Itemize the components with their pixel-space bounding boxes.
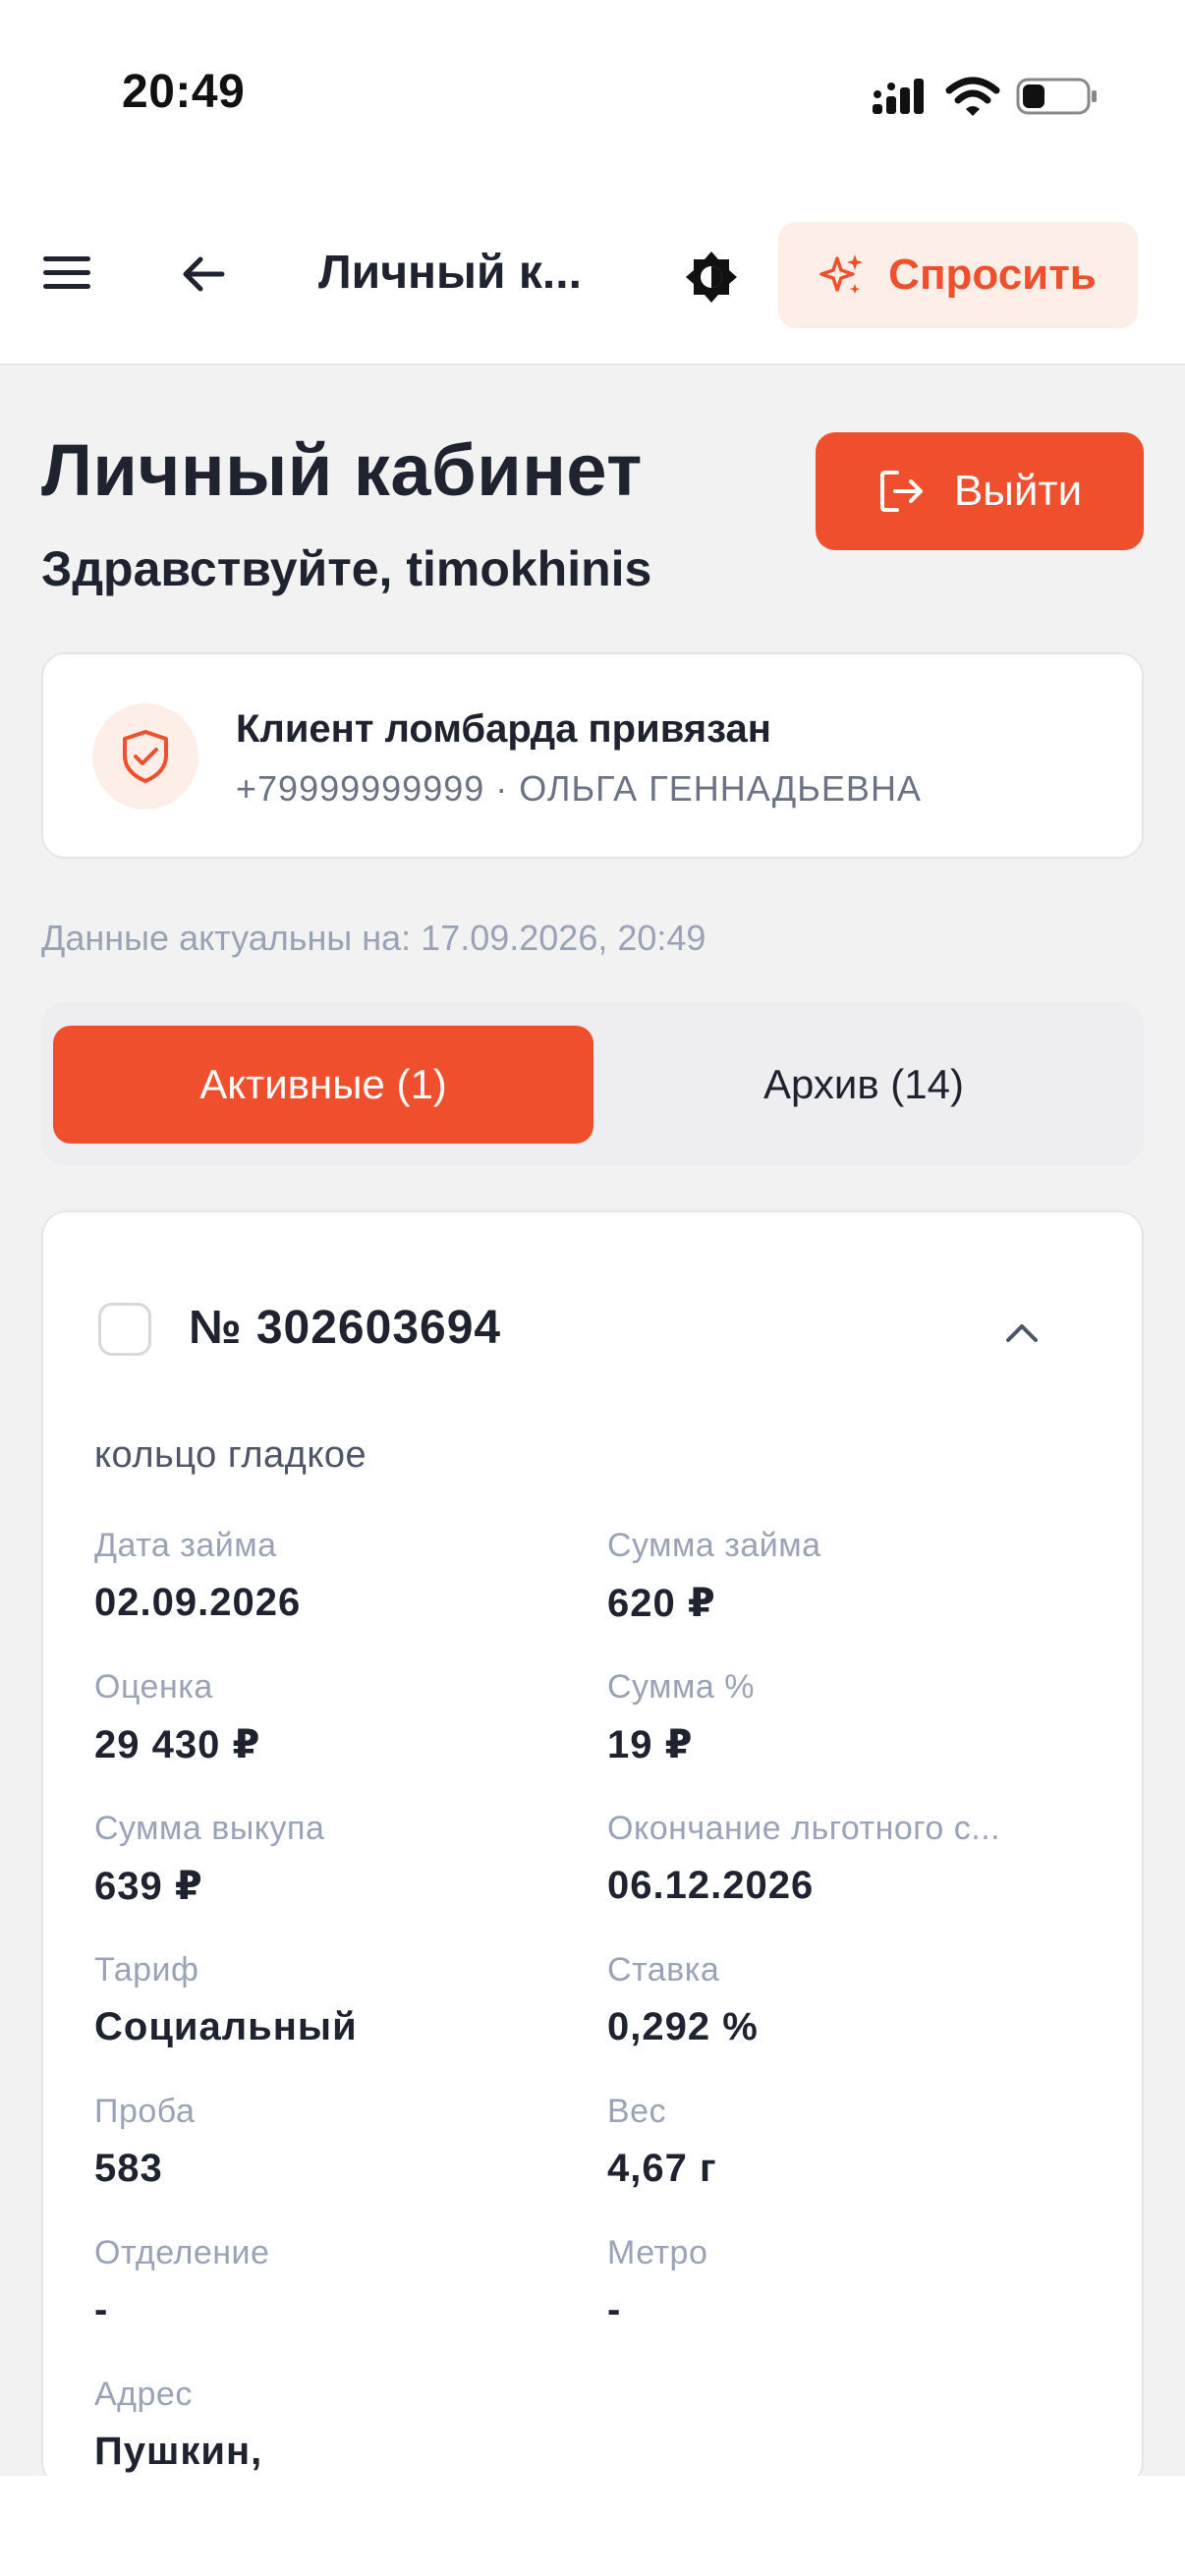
field-label: Отделение [94,2234,270,2271]
greeting-text: Здравствуйте, timokhinis [41,541,652,596]
field-value: 4,67 г [607,2147,717,2190]
field-value: 02.09.2026 [94,1581,302,1624]
tab-archive[interactable]: Архив (14) [593,1026,1134,1144]
field-tariff: Тариф Социальный [94,1951,566,2049]
field-rate: Ставка 0,292 % [607,1951,1079,2049]
field-value: 583 [94,2147,163,2190]
field-value: 29 430 ₽ [94,1723,261,1766]
field-label: Адрес [94,2376,193,2413]
loan-card: № 302603694 кольцо гладкое Дата займа 02… [41,1210,1144,2488]
field-loan-amount: Сумма займа 620 ₽ [607,1527,1079,1626]
field-label: Тариф [94,1951,199,1988]
shield-icon-badge [92,703,198,810]
field-label: Ставка [607,1951,720,1988]
field-appraisal: Оценка 29 430 ₽ [94,1668,566,1767]
battery-icon [1016,78,1097,115]
chevron-up-icon[interactable] [1000,1311,1044,1354]
field-value: 639 ₽ [94,1865,203,1908]
theme-toggle-icon[interactable] [684,250,739,305]
field-loan-date: Дата займа 02.09.2026 [94,1527,566,1625]
field-value: Социальный [94,2005,358,2048]
signal-icon [873,79,924,114]
field-value: - [607,2288,622,2331]
page-title: Личный кабинет [41,429,643,511]
field-metro: Метро - [607,2234,1079,2332]
field-value: 0,292 % [607,2005,759,2048]
wifi-icon [945,77,1000,116]
field-label: Вес [607,2093,667,2130]
status-time: 20:49 [122,66,246,118]
client-phone-name: +79999999999 · ОЛЬГА ГЕННАДЬЕВНА [236,768,922,809]
data-updated-text: Данные актуальны на: 17.09.2026, 20:49 [41,918,706,958]
field-grace-period-end: Окончание льготного с... 06.12.2026 [607,1810,1079,1908]
field-redemption-amount: Сумма выкупа 639 ₽ [94,1810,566,1909]
back-arrow-icon[interactable] [179,250,228,299]
field-label: Сумма % [607,1668,756,1706]
ask-button[interactable]: Спросить [778,222,1138,328]
client-linked-card: Клиент ломбарда привязан +79999999999 · … [41,652,1144,859]
field-value: 19 ₽ [607,1723,694,1766]
field-label: Сумма выкупа [94,1810,325,1847]
shield-check-icon [123,730,168,783]
logout-button-label: Выйти [953,467,1083,515]
field-label: Окончание льготного с... [607,1810,1001,1847]
field-value: 620 ₽ [607,1582,716,1625]
logout-button[interactable]: Выйти [816,432,1144,550]
loan-tabs: Активные (1) Архив (14) [41,1002,1144,1165]
field-label: Проба [94,2093,196,2130]
field-address: Адрес Пушкин, [94,2376,566,2474]
field-weight: Вес 4,67 г [607,2093,1079,2191]
field-label: Сумма займа [607,1527,821,1564]
field-label: Дата займа [94,1527,277,1564]
loan-item-description: кольцо гладкое [94,1434,367,1476]
field-label: Метро [607,2234,708,2271]
menu-icon[interactable] [41,253,92,293]
top-bar: 20:49 Личный к... Спросить [0,0,1185,365]
field-interest-amount: Сумма % 19 ₽ [607,1668,1079,1767]
bottom-safe-area [0,2476,1185,2576]
sparkle-icon [819,254,864,294]
logout-icon [879,471,923,512]
tab-active-loans[interactable]: Активные (1) [53,1026,593,1144]
loan-number: № 302603694 [189,1302,502,1354]
field-assay: Проба 583 [94,2093,566,2191]
loan-select-checkbox[interactable] [98,1303,151,1356]
header-title: Личный к... [318,247,582,299]
field-value: Пушкин, [94,2430,263,2473]
status-icons [873,71,1099,120]
field-value: 06.12.2026 [607,1864,815,1907]
client-linked-title: Клиент ломбарда привязан [236,707,771,751]
field-branch: Отделение - [94,2234,566,2332]
ask-button-label: Спросить [888,251,1097,299]
field-label: Оценка [94,1668,213,1706]
field-value: - [94,2288,109,2331]
